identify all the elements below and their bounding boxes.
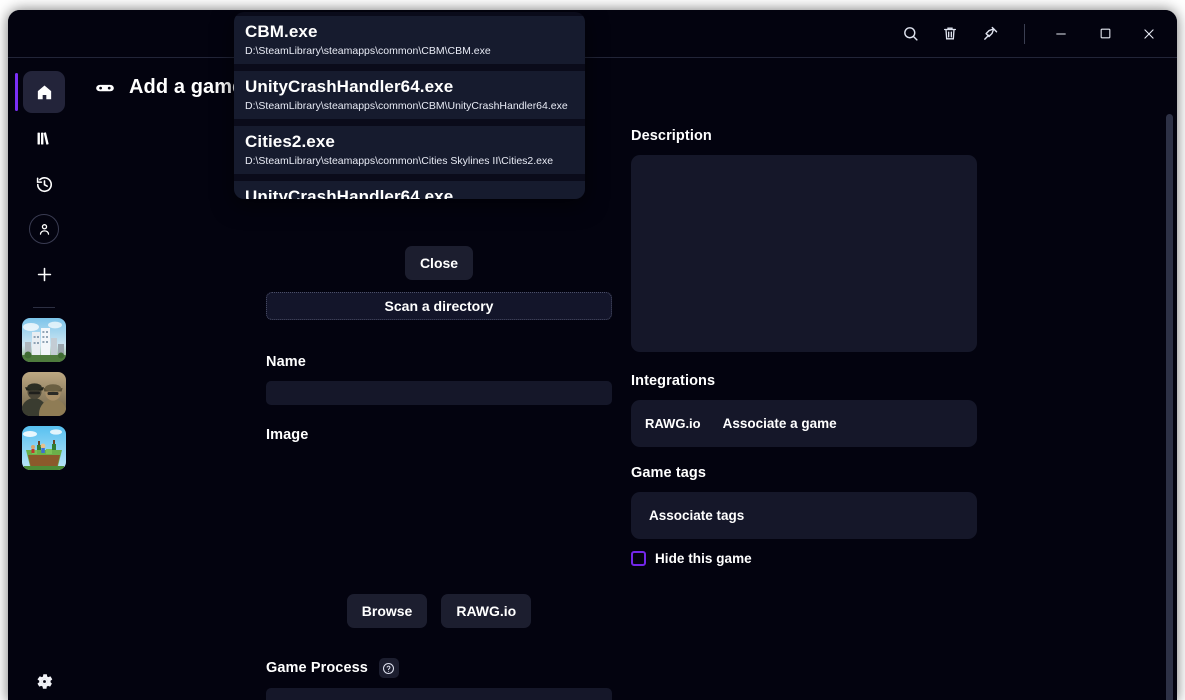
minimize-button[interactable]	[1039, 17, 1083, 51]
associate-a-game-button[interactable]: Associate a game	[723, 416, 837, 431]
executable-dropdown: CBM.exe D:\SteamLibrary\steamapps\common…	[234, 12, 585, 199]
description-label: Description	[631, 128, 712, 144]
game-thumbnail-blocks[interactable]	[22, 426, 66, 470]
game-process-label: Game Process	[266, 660, 368, 676]
sidebar-item-library[interactable]	[23, 117, 65, 159]
dropdown-item-path: D:\SteamLibrary\steamapps\common\CBM\CBM…	[245, 45, 491, 57]
game-details-panel: Description Integrations RAWG.io Associa…	[631, 128, 977, 566]
content-scrollbar[interactable]	[1163, 106, 1175, 700]
rawg-io-image-button[interactable]: RAWG.io	[441, 594, 532, 628]
hide-game-checkbox[interactable]	[631, 551, 646, 566]
image-label: Image	[266, 427, 309, 443]
hide-game-row: Hide this game	[631, 551, 977, 566]
close-dropdown-button[interactable]: Close	[404, 246, 474, 280]
dropdown-item[interactable]: UnityCrashHandler64.exe D:\SteamLibrary\…	[234, 71, 585, 119]
history-icon	[36, 176, 52, 192]
settings-button[interactable]	[29, 666, 59, 696]
dropdown-item-name: UnityCrashHandler64.exe	[245, 77, 454, 96]
sidebar	[8, 58, 80, 700]
titlebar-divider	[1024, 23, 1025, 44]
description-textarea[interactable]	[631, 155, 977, 352]
name-input[interactable]	[266, 381, 612, 405]
dropdown-item[interactable]: UnityCrashHandler64.exe	[234, 181, 585, 199]
library-icon	[37, 131, 49, 145]
gamepad-icon	[96, 84, 114, 91]
integrations-panel: RAWG.io Associate a game	[631, 400, 977, 447]
sidebar-item-profile[interactable]	[29, 214, 59, 244]
screen: Add a game Close Scan a directory Name I…	[0, 0, 1185, 700]
sidebar-item-home[interactable]	[15, 71, 65, 113]
page-header: Add a game	[94, 76, 243, 99]
search-icon[interactable]	[890, 18, 930, 50]
game-process-input[interactable]	[266, 688, 612, 700]
game-thumbnail-military[interactable]	[22, 372, 66, 416]
dropdown-item[interactable]: CBM.exe D:\SteamLibrary\steamapps\common…	[234, 16, 585, 64]
dropdown-item-name: UnityCrashHandler64.exe	[245, 187, 454, 199]
name-label: Name	[266, 354, 306, 370]
dropdown-item-path: D:\SteamLibrary\steamapps\common\Cities …	[245, 155, 554, 167]
dropdown-item-name: Cities2.exe	[245, 132, 335, 151]
associate-tags-panel[interactable]: Associate tags	[631, 492, 977, 539]
pin-icon[interactable]	[970, 18, 1010, 50]
game-thumbnail-cities-skylines[interactable]	[22, 318, 66, 362]
maximize-button[interactable]	[1083, 17, 1127, 51]
dropdown-item-name: CBM.exe	[245, 22, 318, 41]
associate-tags-label: Associate tags	[649, 508, 745, 523]
titlebar	[8, 10, 1177, 57]
dropdown-item-path: D:\SteamLibrary\steamapps\common\CBM\Uni…	[245, 100, 568, 112]
browse-button[interactable]: Browse	[346, 594, 428, 628]
page-title: Add a game	[129, 76, 244, 98]
app-window: Add a game Close Scan a directory Name I…	[8, 10, 1177, 700]
gear-icon	[37, 673, 52, 689]
question-mark-icon[interactable]	[378, 658, 399, 678]
sidebar-thumbnail-list	[22, 318, 66, 470]
game-tags-label: Game tags	[631, 465, 707, 481]
image-source-buttons: Browse RAWG.io	[266, 594, 612, 628]
trash-icon[interactable]	[930, 18, 970, 50]
home-icon	[37, 85, 51, 99]
scan-directory-button[interactable]: Scan a directory	[266, 292, 612, 320]
sidebar-item-add[interactable]	[23, 253, 65, 295]
integrations-label: Integrations	[631, 373, 716, 389]
close-button[interactable]	[1127, 17, 1171, 51]
hide-game-label: Hide this game	[655, 551, 752, 566]
image-preview-area	[266, 454, 612, 594]
scrollbar-thumb[interactable]	[1166, 114, 1173, 700]
profile-icon	[39, 223, 49, 235]
game-process-label-row: Game Process	[266, 658, 612, 678]
sidebar-item-history[interactable]	[23, 163, 65, 205]
integration-provider-label: RAWG.io	[645, 416, 701, 431]
plus-icon	[37, 267, 51, 281]
dropdown-item[interactable]: Cities2.exe D:\SteamLibrary\steamapps\co…	[234, 126, 585, 174]
sidebar-divider	[33, 307, 55, 308]
